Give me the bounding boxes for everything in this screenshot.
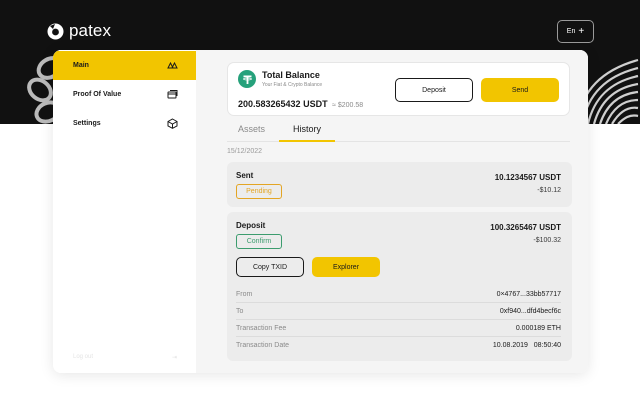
- tab-history[interactable]: History: [279, 124, 335, 142]
- language-selector[interactable]: En +: [557, 20, 594, 43]
- balance-title: Total Balance: [262, 70, 320, 80]
- explorer-button[interactable]: Explorer: [312, 257, 380, 277]
- balance-subtitle: Your Fiat & Crypto Balance: [262, 82, 323, 88]
- sidebar-item-settings[interactable]: Settings: [53, 109, 196, 138]
- send-button[interactable]: Send: [481, 78, 559, 102]
- crypto-icon: [167, 60, 178, 71]
- balance-card: Total Balance Your Fiat & Crypto Balance…: [227, 62, 570, 116]
- sidebar-item-label: Proof Of Value: [73, 91, 122, 98]
- app-logo[interactable]: patex: [47, 21, 111, 41]
- detail-value[interactable]: 0×4767...33bb57717: [497, 291, 561, 298]
- detail-row-to: To 0xf940...dfd4becf6c: [236, 303, 561, 320]
- detail-value: 10.08.2019 08:50:40: [492, 342, 561, 349]
- detail-value[interactable]: 0xf940...dfd4becf6c: [500, 308, 561, 315]
- logo-text: patex: [69, 21, 112, 40]
- sidebar-item-label: Main: [73, 62, 89, 69]
- transaction-card-expanded[interactable]: Deposit Confirm 100.3265467 USDT -$100.3…: [227, 212, 572, 361]
- main-panel: Total Balance Your Fiat & Crypto Balance…: [196, 50, 588, 373]
- tab-bar: Assets History: [227, 120, 570, 142]
- detail-key: From: [236, 290, 253, 298]
- detail-key: To: [236, 307, 244, 315]
- balance-amount-row: 200.583265432 USDT ≈ $200.58: [238, 99, 363, 109]
- detail-row-fee: Transaction Fee 0.000189 ETH: [236, 320, 561, 337]
- main-card: Main Proof Of Value Settings Log out ⇥ T…: [53, 50, 588, 373]
- sidebar: Main Proof Of Value Settings Log out ⇥: [53, 50, 196, 373]
- status-badge: Pending: [236, 184, 282, 199]
- tab-assets[interactable]: Assets: [238, 124, 265, 142]
- sidebar-item-label: Settings: [73, 120, 101, 127]
- detail-key: Transaction Date: [236, 342, 290, 349]
- language-label: En: [566, 28, 576, 35]
- transaction-fiat: -$100.32: [533, 237, 561, 244]
- transaction-type: Sent: [236, 171, 254, 180]
- sidebar-item-main[interactable]: Main: [53, 51, 196, 80]
- plus-icon: +: [578, 25, 585, 37]
- status-badge: Confirm: [236, 234, 282, 249]
- balance-fiat-approx: ≈ $200.58: [332, 102, 364, 109]
- detail-row-date: Transaction Date 10.08.2019 08:50:40: [236, 337, 561, 354]
- cards-icon: [167, 89, 178, 100]
- transaction-type: Deposit: [236, 221, 266, 230]
- deposit-button[interactable]: Deposit: [395, 78, 473, 102]
- transaction-fiat: -$10.12: [537, 187, 561, 194]
- transaction-amount: 10.1234567 USDT: [494, 173, 561, 182]
- copy-txid-button[interactable]: Copy TXID: [236, 257, 304, 277]
- balance-amount: 200.583265432 USDT: [238, 99, 328, 109]
- sidebar-item-proof-of-value[interactable]: Proof Of Value: [53, 80, 196, 109]
- sidebar-footer[interactable]: Log out ⇥: [73, 354, 177, 361]
- history-date: 15/12/2022: [227, 148, 263, 155]
- logout-icon: ⇥: [171, 355, 177, 361]
- detail-row-from: From 0×4767...33bb57717: [236, 286, 561, 303]
- detail-value: 0.000189 ETH: [515, 324, 561, 332]
- logout-label: Log out: [73, 354, 94, 360]
- cube-icon: [167, 118, 178, 129]
- transaction-amount: 100.3265467 USDT: [490, 223, 561, 232]
- transaction-card[interactable]: Sent Pending 10.1234567 USDT -$10.12: [227, 162, 572, 207]
- patex-logo-icon: [47, 23, 64, 39]
- detail-key: Transaction Fee: [236, 324, 287, 332]
- tether-icon: [238, 70, 256, 88]
